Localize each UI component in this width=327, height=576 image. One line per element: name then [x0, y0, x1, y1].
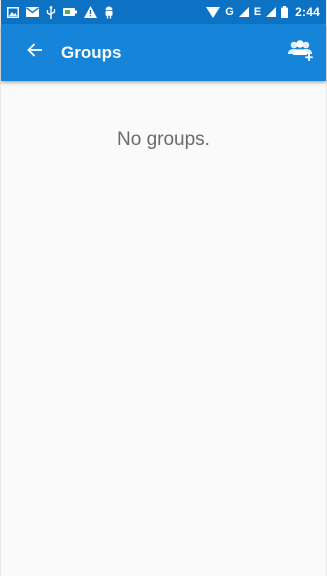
- usb-icon: [46, 5, 56, 19]
- app-bar: Groups: [1, 24, 326, 81]
- page-title: Groups: [61, 42, 122, 62]
- wifi-icon: [206, 6, 221, 18]
- add-group-button[interactable]: [282, 34, 318, 70]
- image-icon: [7, 6, 19, 18]
- warning-icon: [84, 6, 97, 18]
- groups-content: No groups.: [1, 81, 326, 576]
- signal-icon-2: [266, 7, 277, 17]
- network-type-label: G: [225, 5, 234, 18]
- groups-screen: G E 2:44 Groups No groups.: [0, 0, 327, 576]
- status-bar: G E 2:44: [1, 0, 326, 24]
- signal-icon: [238, 7, 249, 17]
- status-system: G E 2:44: [206, 5, 320, 19]
- back-button[interactable]: [11, 29, 59, 77]
- status-notifications: [7, 5, 114, 19]
- empty-state-message: No groups.: [117, 129, 210, 150]
- add-group-icon: [285, 38, 315, 67]
- network-type-label-2: E: [253, 5, 262, 18]
- battery-saver-icon: [63, 8, 77, 16]
- arrow-back-icon: [27, 43, 43, 62]
- mail-icon: [26, 7, 39, 17]
- status-clock: 2:44: [295, 5, 320, 19]
- battery-icon: [281, 6, 289, 18]
- android-icon: [104, 6, 114, 19]
